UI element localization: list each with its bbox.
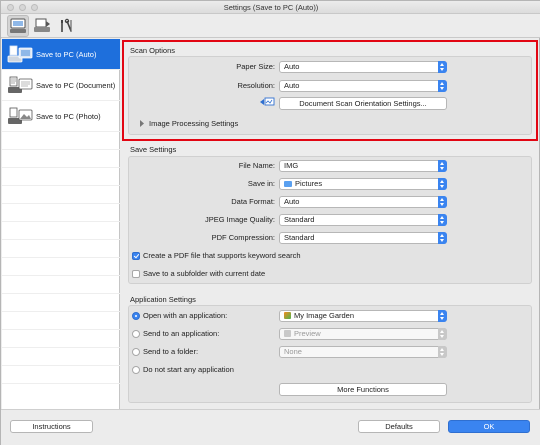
tab-scan-from-computer[interactable]	[7, 15, 29, 37]
bottom-bar: Instructions Defaults OK	[1, 409, 540, 445]
file-name-combo[interactable]: IMG	[279, 160, 447, 172]
scan-options-group: Paper Size: Auto Resolution: Auto Docume…	[128, 56, 532, 135]
file-name-label: File Name:	[238, 161, 275, 170]
sidebar: Save to PC (Auto) Save to PC (Document)	[2, 39, 120, 409]
resolution-value: Auto	[284, 81, 300, 90]
data-format-label: Data Format:	[231, 197, 275, 206]
send-to-app-radio[interactable]	[132, 330, 140, 338]
defaults-button[interactable]: Defaults	[358, 420, 440, 433]
send-to-app-label[interactable]: Send to an application:	[143, 329, 219, 338]
settings-window: Settings (Save to PC (Auto)) Save to PC …	[0, 0, 540, 445]
application-settings-title: Application Settings	[130, 295, 196, 304]
data-format-value: Auto	[284, 197, 300, 206]
document-to-pc-icon	[7, 75, 33, 95]
sidebar-item-save-to-pc-auto[interactable]: Save to PC (Auto)	[2, 39, 120, 69]
open-with-app-select[interactable]: My Image Garden	[279, 310, 447, 322]
folder-icon	[284, 181, 292, 187]
image-processing-settings-toggle[interactable]: Image Processing Settings	[149, 119, 238, 128]
subfolder-checkbox[interactable]	[132, 270, 140, 278]
jpeg-quality-value: Standard	[284, 215, 315, 224]
open-with-app-label[interactable]: Open with an application:	[143, 311, 227, 320]
pdf-compression-select[interactable]: Standard	[279, 232, 447, 244]
sidebar-item-save-to-pc-photo[interactable]: Save to PC (Photo)	[2, 101, 120, 131]
save-in-label: Save in:	[247, 179, 275, 188]
window-title: Settings (Save to PC (Auto))	[223, 3, 319, 12]
chevron-updown-icon	[438, 80, 447, 92]
sidebar-item-label: Save to PC (Photo)	[36, 111, 101, 121]
sidebar-item-save-to-pc-document[interactable]: Save to PC (Document)	[2, 70, 120, 100]
chevron-updown-icon	[438, 328, 447, 340]
pdf-compression-label: PDF Compression:	[211, 233, 275, 242]
settings-panel: Scan Options Paper Size: Auto Resolution…	[121, 39, 540, 409]
pdf-compression-value: Standard	[284, 233, 315, 242]
data-format-select[interactable]: Auto	[279, 196, 447, 208]
send-to-folder-value: None	[284, 347, 302, 356]
save-in-select[interactable]: Pictures	[279, 178, 447, 190]
jpeg-quality-label: JPEG Image Quality:	[204, 215, 275, 224]
save-settings-group: File Name: IMG Save in: Pictures Data Fo…	[128, 156, 532, 284]
chevron-updown-icon	[438, 196, 447, 208]
document-scan-orientation-settings-button[interactable]: Document Scan Orientation Settings...	[279, 97, 447, 110]
scanner-document-icon	[34, 18, 50, 32]
chevron-updown-icon	[438, 178, 447, 190]
send-to-folder-label[interactable]: Send to a folder:	[143, 347, 198, 356]
chevron-updown-icon	[438, 61, 447, 73]
tab-general-settings[interactable]	[55, 15, 77, 37]
save-in-value: Pictures	[295, 179, 323, 188]
more-functions-button[interactable]: More Functions	[279, 383, 447, 396]
chevron-updown-icon	[438, 214, 447, 226]
jpeg-quality-select[interactable]: Standard	[279, 214, 447, 226]
scanner-to-pc-icon	[7, 44, 33, 64]
chevron-updown-icon	[438, 232, 447, 244]
send-to-app-select[interactable]: Preview	[279, 328, 447, 340]
scan-options-title: Scan Options	[130, 46, 176, 55]
save-settings-title: Save Settings	[130, 145, 177, 154]
paper-size-select[interactable]: Auto	[279, 61, 447, 73]
disclosure-triangle-icon[interactable]	[139, 120, 145, 127]
title-bar: Settings (Save to PC (Auto))	[1, 1, 540, 14]
photo-to-pc-icon	[7, 106, 33, 126]
ok-button[interactable]: OK	[448, 420, 530, 433]
send-to-folder-select[interactable]: None	[279, 346, 447, 358]
do-not-start-radio[interactable]	[132, 366, 140, 374]
send-to-folder-radio[interactable]	[132, 348, 140, 356]
tab-scan-from-operation-panel[interactable]	[31, 15, 53, 37]
paper-size-value: Auto	[284, 62, 300, 71]
close-window-button[interactable]	[7, 4, 14, 11]
instructions-button[interactable]: Instructions	[10, 420, 93, 433]
sidebar-item-label: Save to PC (Auto)	[36, 49, 97, 59]
open-with-app-value: My Image Garden	[294, 311, 355, 320]
sidebar-item-label: Save to PC (Document)	[36, 80, 116, 90]
preview-icon	[284, 330, 291, 337]
open-with-app-radio[interactable]	[132, 312, 140, 320]
chevron-updown-icon	[438, 346, 447, 358]
subfolder-label[interactable]: Save to a subfolder with current date	[143, 269, 265, 278]
application-settings-group: Open with an application: My Image Garde…	[128, 305, 532, 403]
tools-icon	[61, 18, 72, 32]
keyword-search-checkbox[interactable]	[132, 252, 140, 260]
toolbar	[1, 14, 540, 38]
chevron-updown-icon	[438, 160, 447, 172]
send-to-app-value: Preview	[294, 329, 321, 338]
chevron-updown-icon	[438, 310, 447, 322]
file-name-value: IMG	[284, 161, 299, 170]
resolution-label: Resolution:	[237, 81, 275, 90]
my-image-garden-icon	[284, 312, 291, 319]
keyword-search-label[interactable]: Create a PDF file that supports keyword …	[143, 251, 301, 260]
zoom-window-button[interactable]	[31, 4, 38, 11]
minimize-window-button[interactable]	[19, 4, 26, 11]
orientation-icon	[260, 97, 275, 106]
resolution-select[interactable]: Auto	[279, 80, 447, 92]
do-not-start-label[interactable]: Do not start any application	[143, 365, 234, 374]
scanner-monitor-icon	[10, 18, 26, 33]
paper-size-label: Paper Size:	[236, 62, 275, 71]
